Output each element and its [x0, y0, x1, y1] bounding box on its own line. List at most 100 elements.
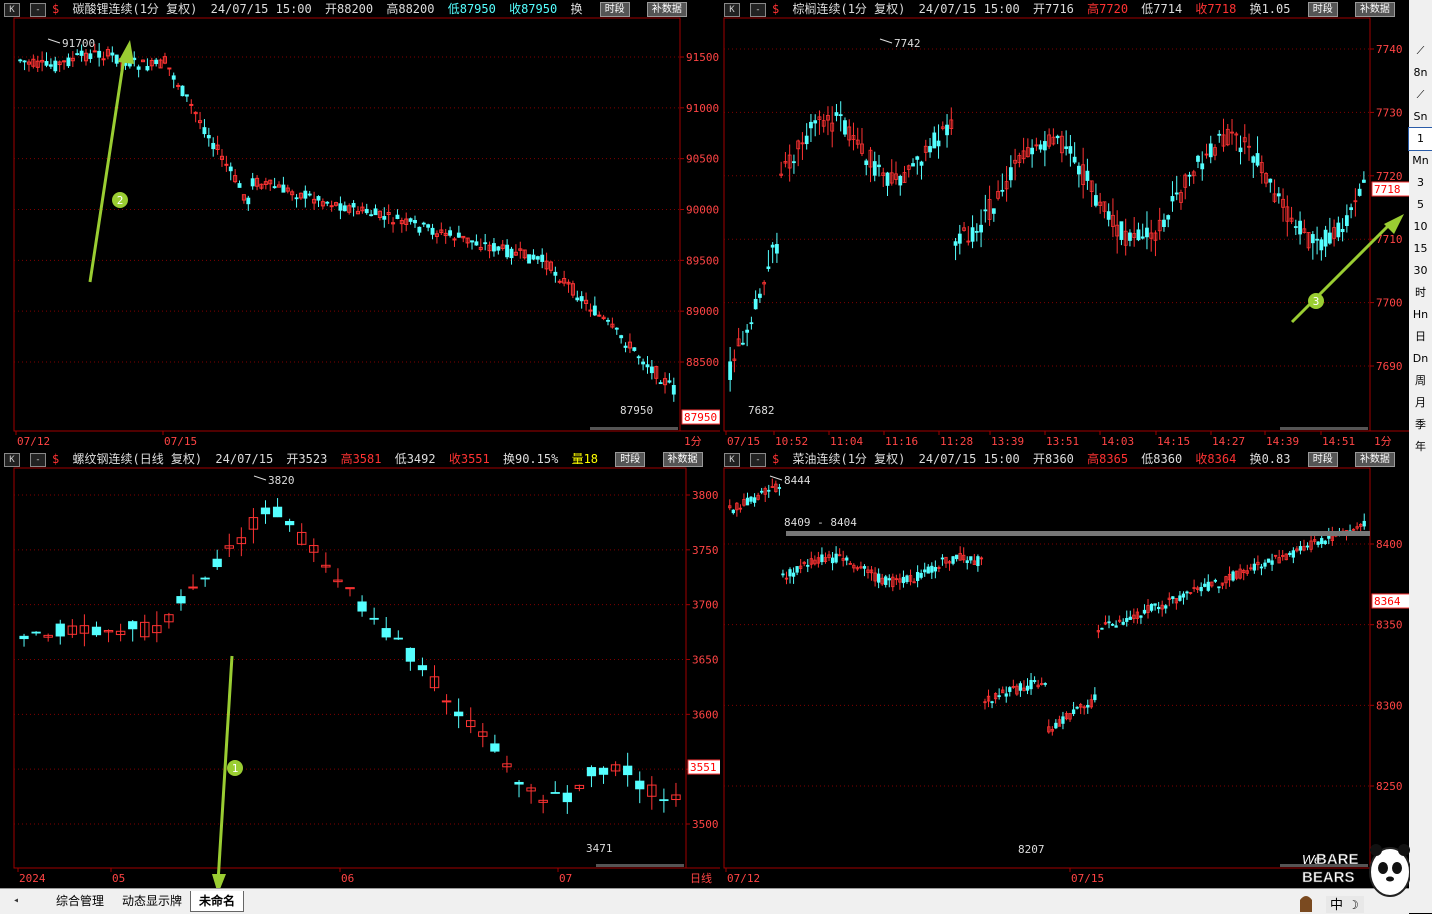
- candle-body: [1336, 222, 1341, 238]
- candle-body: [303, 190, 308, 199]
- max-pointer: [769, 475, 783, 481]
- candle-body: [1259, 566, 1264, 569]
- candle-body: [1255, 153, 1260, 166]
- candle-body: [1071, 709, 1076, 715]
- candle-body: [212, 558, 222, 568]
- candle-body: [1100, 627, 1104, 630]
- tab-unnamed[interactable]: 未命名: [190, 891, 245, 912]
- candlestick-chart[interactable]: 91500 91000 90500 90000 89500 89000 88500 07/12…: [0, 0, 720, 450]
- candle-body: [579, 296, 584, 302]
- period-button-7[interactable]: 5: [1409, 194, 1432, 216]
- candle-body: [167, 67, 172, 70]
- candle-body: [614, 327, 619, 330]
- y-tick-label: 8300: [1376, 699, 1403, 712]
- period-button-18[interactable]: 年: [1409, 436, 1432, 458]
- max-price-label: 8444: [784, 474, 811, 487]
- period-button-15[interactable]: 周: [1409, 370, 1432, 392]
- period-button-17[interactable]: 季: [1409, 414, 1432, 436]
- period-button-9[interactable]: 15: [1409, 238, 1432, 260]
- candle-body: [954, 554, 959, 560]
- candle-body: [483, 242, 488, 245]
- y-tick-label: 91500: [686, 51, 719, 64]
- chart-panel-rapeseed-oil[interactable]: K - $ 菜油连续(1分 复权) 24/07/15 15:00 开8360 高83…: [720, 450, 1409, 888]
- period-button-4[interactable]: 1: [1408, 127, 1432, 151]
- chart-panel-palm-oil[interactable]: K - $ 棕榈连续(1分 复权) 24/07/15 15:00 开7716 高77…: [720, 0, 1409, 450]
- scroll-left-icon[interactable]: ◂: [13, 895, 19, 906]
- candle-body: [1166, 215, 1171, 220]
- candle-body: [1199, 586, 1203, 592]
- x-tick-label: 13:51: [1046, 435, 1079, 448]
- x-tick-label: 11:16: [885, 435, 918, 448]
- candle-body: [1310, 234, 1315, 244]
- candlestick-chart[interactable]: 77407730772077107700769007/15 10:52 11:04 1…: [720, 0, 1409, 450]
- candle-body: [1025, 685, 1030, 691]
- candle-body: [1231, 571, 1235, 581]
- candle-body: [97, 50, 102, 58]
- candle-body: [1174, 192, 1179, 195]
- candle-body: [1142, 609, 1147, 614]
- y-tick-label: 3800: [692, 489, 719, 502]
- period-button-11[interactable]: 时: [1409, 282, 1432, 304]
- candle-body: [1119, 221, 1124, 240]
- candle-body: [188, 586, 198, 589]
- candle-body: [1288, 552, 1292, 556]
- candle-body: [806, 564, 810, 567]
- tab-comprehensive[interactable]: 综合管理: [48, 891, 112, 911]
- period-button-5[interactable]: Mn: [1409, 150, 1432, 172]
- max-price-label: 7742: [894, 37, 921, 50]
- y-tick-label: 91000: [686, 102, 719, 115]
- y-tick-label: 7690: [1376, 360, 1403, 373]
- period-button-14[interactable]: Dn: [1409, 348, 1432, 370]
- candle-body: [1291, 550, 1295, 558]
- max-pointer: [879, 38, 893, 44]
- candlestick-chart[interactable]: 38003750370036503600355035002024050607日线…: [0, 450, 720, 888]
- period-button-0[interactable]: ⟋: [1409, 40, 1432, 62]
- candle-body: [1064, 146, 1069, 149]
- candle-body: [635, 780, 645, 790]
- max-pointer: [47, 38, 61, 44]
- candle-body: [364, 208, 369, 214]
- candle-body: [1029, 679, 1033, 690]
- candle-body: [527, 254, 531, 264]
- candle-body: [202, 127, 207, 135]
- x-tick-label: 07: [559, 872, 572, 885]
- candle-body: [1327, 232, 1332, 244]
- candle-body: [766, 266, 771, 269]
- candle-body: [509, 248, 514, 259]
- candle-body: [211, 142, 216, 150]
- period-button-3[interactable]: Sn: [1409, 106, 1432, 128]
- candle-body: [272, 506, 283, 518]
- candle-body: [1008, 687, 1012, 692]
- period-button-16[interactable]: 月: [1409, 392, 1432, 414]
- period-button-6[interactable]: 3: [1409, 172, 1432, 194]
- candle-body: [281, 184, 286, 193]
- candle-body: [342, 205, 347, 212]
- period-button-8[interactable]: 10: [1409, 216, 1432, 238]
- candle-body: [176, 84, 181, 87]
- period-button-2[interactable]: ⟋: [1409, 84, 1432, 106]
- period-button-1[interactable]: 8n: [1409, 62, 1432, 84]
- candle-body: [926, 566, 930, 574]
- candle-body: [492, 243, 496, 252]
- candle-body: [136, 66, 141, 70]
- candle-body: [1298, 220, 1302, 235]
- period-button-12[interactable]: Hn: [1409, 304, 1432, 326]
- candle-body: [1075, 706, 1079, 709]
- candle-body: [834, 112, 839, 116]
- candle-body: [101, 58, 106, 61]
- max-pointer: [253, 475, 267, 481]
- period-button-10[interactable]: 30: [1409, 260, 1432, 282]
- panda-icon: We BARE BEARS 中 ☽: [1300, 844, 1410, 913]
- candle-body: [405, 647, 415, 662]
- candle-body: [760, 490, 764, 493]
- chart-panel-rebar[interactable]: K - $ 螺纹钢连续(日线 复权) 24/07/15 开3523 高3581 低3…: [0, 450, 720, 888]
- chart-panel-lithium[interactable]: K - $ 碳酸锂连续(1分 复权) 24/07/15 15:00 开88200 高…: [0, 0, 720, 450]
- candle-body: [550, 792, 560, 794]
- candle-body: [1139, 615, 1143, 618]
- candle-body: [1093, 694, 1097, 701]
- candlestick-chart[interactable]: 8400 8350 8300 8250 07/12 07/15 8444 8207 8364 84…: [720, 450, 1409, 888]
- tab-dynamic-display[interactable]: 动态显示牌: [114, 891, 190, 911]
- candle-body: [1362, 520, 1366, 527]
- period-button-13[interactable]: 日: [1409, 326, 1432, 348]
- candle-body: [1320, 538, 1324, 545]
